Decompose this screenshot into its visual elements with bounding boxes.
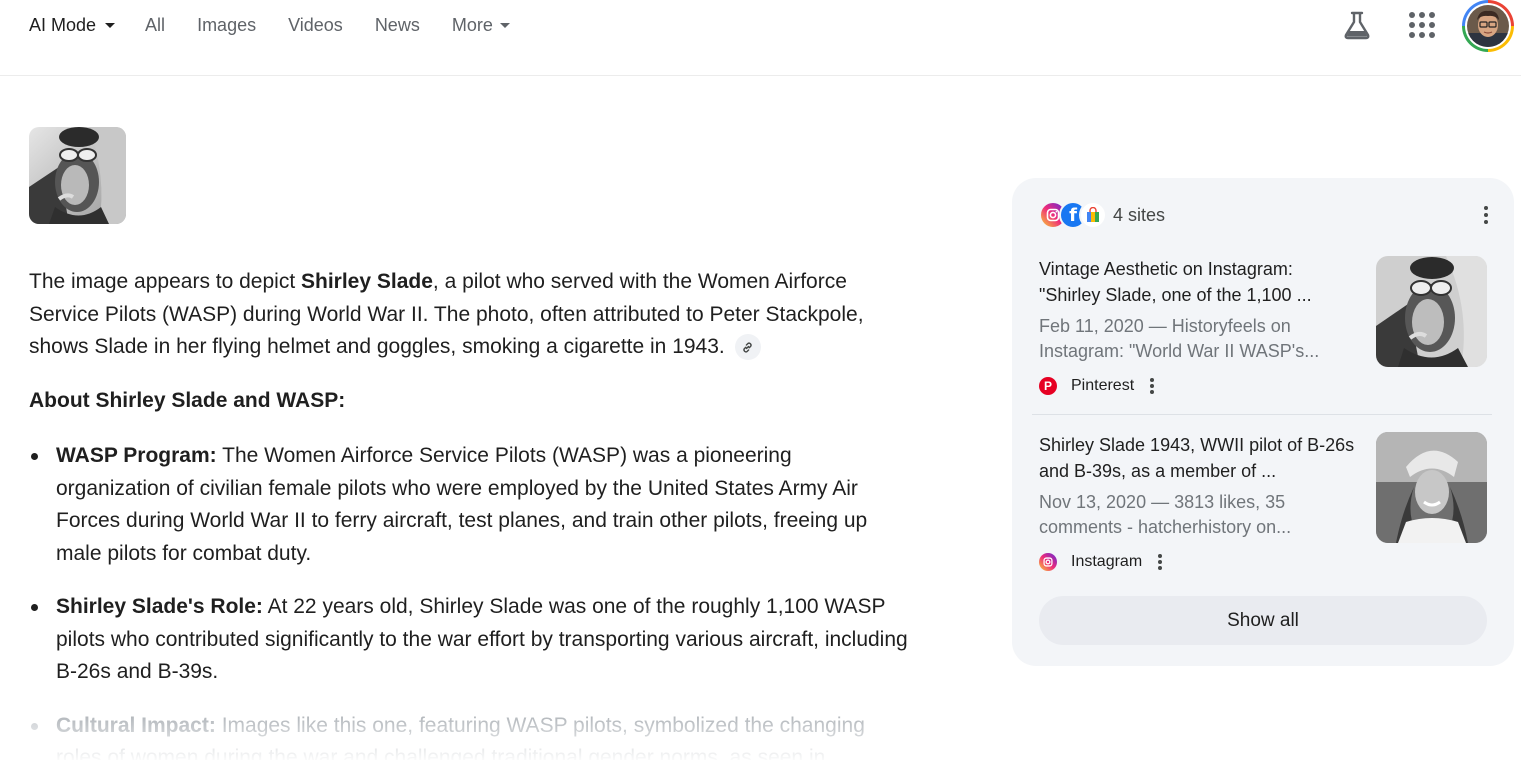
more-options-icon[interactable] bbox=[1484, 206, 1488, 224]
tab-news[interactable]: News bbox=[375, 15, 420, 36]
source-card[interactable]: Shirley Slade 1943, WWII pilot of B-26s … bbox=[1039, 432, 1487, 573]
show-all-button[interactable]: Show all bbox=[1039, 596, 1487, 645]
query-image-thumbnail[interactable] bbox=[29, 127, 126, 224]
bullet-title: Cultural Impact: bbox=[56, 713, 216, 737]
tab-ai-mode[interactable]: AI Mode bbox=[29, 14, 116, 36]
list-item: Cultural Impact: Images like this one, f… bbox=[29, 710, 909, 760]
source-card[interactable]: Vintage Aesthetic on Instagram: "Shirley… bbox=[1039, 256, 1487, 397]
list-item: WASP Program: The Women Airforce Service… bbox=[29, 440, 909, 570]
tab-label: More bbox=[451, 14, 493, 35]
answer-intro: The image appears to depict Shirley Slad… bbox=[29, 266, 909, 364]
source-snippet: Nov 13, 2020 — 3813 likes, 35 comments -… bbox=[1039, 492, 1292, 537]
source-thumbnail[interactable] bbox=[1376, 432, 1487, 543]
pinterest-icon: P bbox=[1039, 377, 1057, 395]
tab-label: All bbox=[145, 14, 166, 35]
link-icon bbox=[743, 342, 752, 353]
account-avatar[interactable] bbox=[1462, 0, 1514, 52]
more-options-icon[interactable] bbox=[1158, 554, 1163, 570]
source-footer: Instagram bbox=[1039, 551, 1487, 573]
source-site-name: Instagram bbox=[1071, 553, 1143, 570]
tab-label: AI Mode bbox=[29, 14, 97, 35]
source-thumbnail[interactable] bbox=[1376, 256, 1487, 367]
source-snippet: Feb 11, 2020 — Historyfeels on Instagram… bbox=[1039, 316, 1320, 361]
tab-label: Videos bbox=[288, 14, 343, 35]
caret-down-icon bbox=[105, 23, 116, 28]
answer-bold-name: Shirley Slade bbox=[301, 270, 433, 293]
citation-link-chip[interactable] bbox=[734, 334, 761, 361]
answer-bullet-list: WASP Program: The Women Airforce Service… bbox=[29, 440, 909, 760]
tab-all[interactable]: All bbox=[145, 15, 165, 36]
tab-videos[interactable]: Videos bbox=[288, 15, 343, 36]
source-title[interactable]: Shirley Slade 1943, WWII pilot of B-26s … bbox=[1039, 432, 1357, 484]
search-mode-tabs: AI Mode All Images Videos News More bbox=[29, 12, 542, 38]
bullet-title: WASP Program: bbox=[56, 444, 217, 467]
list-item: Shirley Slade's Role: At 22 years old, S… bbox=[29, 591, 909, 689]
tab-more[interactable]: More bbox=[452, 15, 510, 36]
source-footer: P Pinterest bbox=[1039, 375, 1487, 397]
more-options-icon[interactable] bbox=[1150, 378, 1155, 394]
instagram-icon bbox=[1039, 553, 1057, 571]
labs-flask-icon[interactable] bbox=[1343, 10, 1371, 40]
tab-label: Images bbox=[197, 14, 257, 35]
sites-count: 4 sites bbox=[1113, 204, 1166, 225]
section-heading: About Shirley Slade and WASP: bbox=[29, 389, 346, 412]
divider bbox=[1032, 414, 1492, 415]
sources-panel: f 4 sites Vintage Aesthetic on Instagram… bbox=[1012, 178, 1514, 666]
source-title[interactable]: Vintage Aesthetic on Instagram: "Shirley… bbox=[1039, 256, 1357, 308]
sources-header[interactable]: f 4 sites bbox=[1039, 200, 1165, 230]
caret-down-icon bbox=[499, 23, 510, 28]
bullet-title: Shirley Slade's Role: bbox=[56, 595, 263, 618]
apps-grid-icon[interactable] bbox=[1409, 12, 1435, 38]
source-site-name: Pinterest bbox=[1071, 377, 1135, 394]
tab-images[interactable]: Images bbox=[197, 15, 256, 36]
shopping-bag-icon bbox=[1079, 201, 1107, 229]
answer-text: The image appears to depict bbox=[29, 270, 301, 293]
tab-label: News bbox=[374, 14, 420, 35]
top-navigation: AI Mode All Images Videos News More bbox=[0, 0, 1521, 76]
